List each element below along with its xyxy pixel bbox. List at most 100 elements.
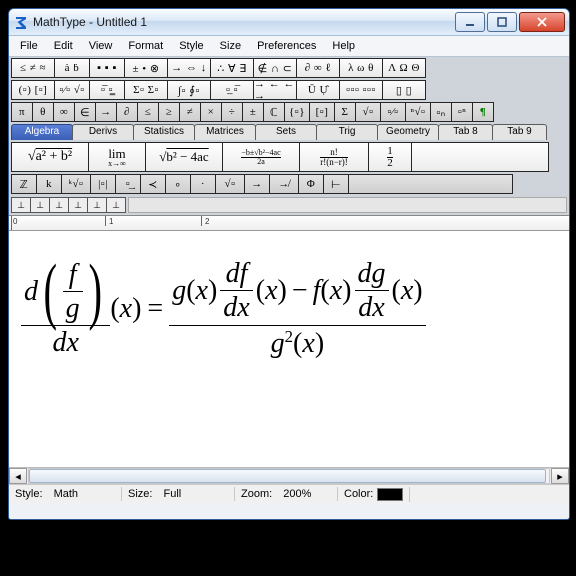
mini-tab[interactable]: ⊥	[11, 197, 31, 213]
palette-button[interactable]: λ ω θ	[339, 58, 383, 78]
template-button[interactable]: √a² + b²	[11, 142, 89, 172]
palette-button[interactable]: ▫⁄▫	[380, 102, 406, 122]
category-tab-trig[interactable]: Trig	[316, 124, 378, 140]
ruler[interactable]: 0 1 2	[9, 216, 569, 231]
menu-style[interactable]: Style	[172, 38, 210, 54]
palette-button[interactable]: k	[36, 174, 62, 194]
palette-button[interactable]: ∉ ∩ ⊂	[253, 58, 297, 78]
template-button[interactable]: limx→∞	[88, 142, 146, 172]
palette-button[interactable]: ▫▫▫ ▫▫▫	[339, 80, 383, 100]
menu-file[interactable]: File	[13, 38, 45, 54]
category-tab-sets[interactable]: Sets	[255, 124, 317, 140]
menu-preferences[interactable]: Preferences	[250, 38, 323, 54]
palette-button[interactable]: Σ▫ Σ▫	[124, 80, 168, 100]
palette-button[interactable]: √▫	[215, 174, 245, 194]
palette-button[interactable]: ▫͢	[115, 174, 141, 194]
mini-tab[interactable]: ⊥	[30, 197, 50, 213]
mini-tab[interactable]: ⊥	[68, 197, 88, 213]
palette-button[interactable]: ↛	[269, 174, 299, 194]
palette-button[interactable]: ∘	[165, 174, 191, 194]
palette-button[interactable]: ℂ	[263, 102, 285, 122]
category-tab-statistics[interactable]: Statistics	[133, 124, 195, 140]
palette-button[interactable]: ⁿ√▫	[405, 102, 431, 122]
category-tab-tab-9[interactable]: Tab 9	[492, 124, 547, 140]
palette-button[interactable]: (▫) [▫]	[11, 80, 55, 100]
close-button[interactable]	[519, 12, 565, 32]
palette-button[interactable]: ≤ ≠ ≈	[11, 58, 55, 78]
palette-button[interactable]: ¶	[472, 102, 494, 122]
scroll-thumb[interactable]	[29, 469, 546, 483]
palette-button[interactable]: ▪ ▪ ▪	[89, 58, 125, 78]
palette-button[interactable]: ≤	[137, 102, 159, 122]
template-button[interactable]: 12	[368, 142, 412, 172]
palette-button[interactable]: π	[11, 102, 33, 122]
maximize-button[interactable]	[487, 12, 517, 32]
menu-help[interactable]: Help	[325, 38, 362, 54]
palette-button[interactable]: ⊢	[323, 174, 349, 194]
template-button[interactable]: √b² − 4ac	[145, 142, 223, 172]
palette-button[interactable]: ∫▫ ∮▫	[167, 80, 211, 100]
mini-tab[interactable]: ⊥	[106, 197, 126, 213]
horizontal-scrollbar[interactable]: ◂ ▸	[9, 467, 569, 484]
palette-button[interactable]: ▫̅ ▫͇	[89, 80, 125, 100]
scroll-left-button[interactable]: ◂	[9, 468, 27, 484]
category-tab-matrices[interactable]: Matrices	[194, 124, 256, 140]
palette-button[interactable]: √▫	[355, 102, 381, 122]
template-button[interactable]: n!r!(n−r)!	[299, 142, 369, 172]
symbol-palettes: ≤ ≠ ≈ȧ ḃ▪ ▪ ▪± • ⊗→ ⇔ ↓∴ ∀ ∃∉ ∩ ⊂∂ ∞ ℓλ …	[9, 57, 569, 216]
palette-button[interactable]: ℤ	[11, 174, 37, 194]
palette-button[interactable]: ▫̲ ▫̅	[210, 80, 254, 100]
palette-button[interactable]: →	[244, 174, 270, 194]
palette-button[interactable]: Φ	[298, 174, 324, 194]
palette-button[interactable]: ·	[190, 174, 216, 194]
menu-format[interactable]: Format	[121, 38, 170, 54]
palette-button[interactable]: ∂	[116, 102, 138, 122]
palette-button[interactable]: ÷	[221, 102, 243, 122]
palette-button[interactable]: →	[95, 102, 117, 122]
mathtype-window: MathType - Untitled 1 File Edit View For…	[8, 8, 570, 520]
category-tab-tab-8[interactable]: Tab 8	[438, 124, 493, 140]
palette-button[interactable]: ȧ ḃ	[54, 58, 90, 78]
palette-button[interactable]: Ū Ụ̂	[296, 80, 340, 100]
palette-button[interactable]: ≠	[179, 102, 201, 122]
palette-button[interactable]	[348, 174, 513, 194]
template-button[interactable]	[411, 142, 549, 172]
mini-tab[interactable]: ⊥	[49, 197, 69, 213]
palette-button[interactable]: Λ Ω Θ	[382, 58, 426, 78]
palette-button[interactable]: → ← ← →	[253, 80, 297, 100]
palette-button[interactable]: ±	[242, 102, 264, 122]
palette-button[interactable]: ×	[200, 102, 222, 122]
window-title: MathType - Untitled 1	[33, 15, 453, 29]
palette-button[interactable]: ▫⁄▫ √▫	[54, 80, 90, 100]
palette-button[interactable]: ▫ⁿ	[451, 102, 473, 122]
palette-button[interactable]: θ	[32, 102, 54, 122]
status-color: Color:	[338, 487, 410, 502]
palette-button[interactable]: ∈	[74, 102, 96, 122]
category-tab-geometry[interactable]: Geometry	[377, 124, 439, 140]
palette-button[interactable]: ▯ ▯	[382, 80, 426, 100]
menu-view[interactable]: View	[82, 38, 120, 54]
palette-button[interactable]: |▫|	[90, 174, 116, 194]
palette-button[interactable]: ± • ⊗	[124, 58, 168, 78]
palette-button[interactable]: ≥	[158, 102, 180, 122]
palette-button[interactable]: {▫}	[284, 102, 310, 122]
palette-button[interactable]: ᵏ√▫	[61, 174, 91, 194]
palette-button[interactable]: ▫ₙ	[430, 102, 452, 122]
palette-button[interactable]: → ⇔ ↓	[167, 58, 211, 78]
category-tab-algebra[interactable]: Algebra	[11, 124, 73, 140]
palette-button[interactable]: ∂ ∞ ℓ	[296, 58, 340, 78]
equation-canvas[interactable]: d ( fg ) dx (x) = g(x) dfdx (x) − f (x) …	[9, 231, 569, 467]
scroll-right-button[interactable]: ▸	[551, 468, 569, 484]
palette-button[interactable]: Σ	[334, 102, 356, 122]
palette-button[interactable]: ∴ ∀ ∃	[210, 58, 254, 78]
palette-button[interactable]: ∞	[53, 102, 75, 122]
category-tab-derivs[interactable]: Derivs	[72, 124, 134, 140]
mini-tab[interactable]: ⊥	[87, 197, 107, 213]
menu-size[interactable]: Size	[213, 38, 248, 54]
template-button[interactable]: −b±√b²−4ac2a	[222, 142, 300, 172]
scroll-track[interactable]	[28, 468, 550, 484]
palette-button[interactable]: [▫]	[309, 102, 335, 122]
minimize-button[interactable]	[455, 12, 485, 32]
menu-edit[interactable]: Edit	[47, 38, 80, 54]
palette-button[interactable]: ≺	[140, 174, 166, 194]
